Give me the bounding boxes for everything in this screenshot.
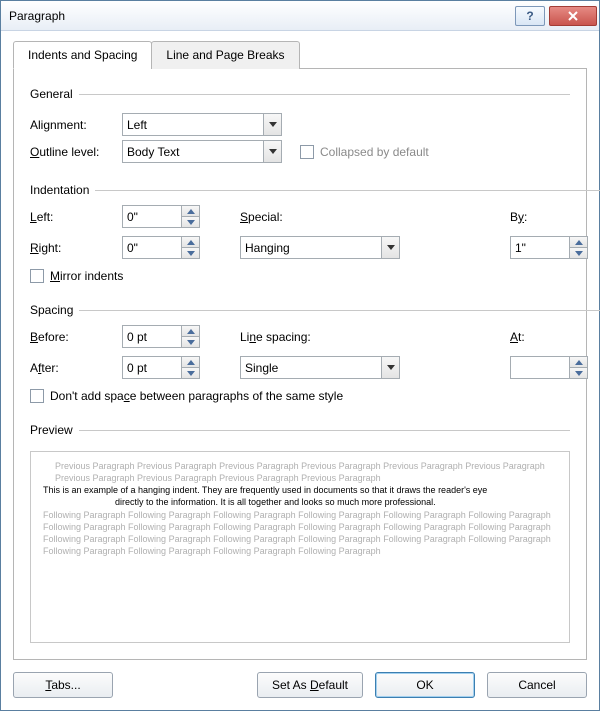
indent-right-value: 0" bbox=[127, 241, 181, 255]
no-space-label: Don't add space between paragraphs of th… bbox=[50, 389, 343, 403]
chevron-up-icon[interactable] bbox=[182, 326, 199, 336]
line-spacing-value: Single bbox=[245, 361, 381, 375]
chevron-up-icon[interactable] bbox=[182, 357, 199, 367]
line-spacing-label: Line spacing: bbox=[240, 330, 338, 344]
tab-line-page-breaks[interactable]: Line and Page Breaks bbox=[151, 41, 299, 69]
indent-special-label: Special: bbox=[240, 210, 338, 224]
group-indentation: Indentation Left: 0" Special: By: Right:… bbox=[30, 183, 600, 291]
indent-left-label: Left: bbox=[30, 210, 122, 224]
group-spacing: Spacing Before: 0 pt Line spacing: At: A… bbox=[30, 303, 600, 411]
checkbox-icon bbox=[300, 145, 314, 159]
chevron-up-icon[interactable] bbox=[570, 237, 587, 247]
chevron-down-icon bbox=[263, 114, 281, 135]
indent-right-spinner[interactable]: 0" bbox=[122, 236, 200, 259]
spacing-before-label: Before: bbox=[30, 330, 122, 344]
spacing-before-spinner[interactable]: 0 pt bbox=[122, 325, 200, 348]
spacing-after-value: 0 pt bbox=[127, 361, 181, 375]
spacing-at-label: At: bbox=[510, 330, 560, 344]
tab-label: Line and Page Breaks bbox=[166, 48, 284, 62]
cancel-button[interactable]: Cancel bbox=[487, 672, 587, 698]
alignment-combo[interactable]: Left bbox=[122, 113, 282, 136]
paragraph-dialog: Paragraph ? Indents and Spacing Line and… bbox=[0, 0, 600, 711]
line-spacing-combo[interactable]: Single bbox=[240, 356, 400, 379]
preview-prev-text: Previous Paragraph Previous Paragraph Pr… bbox=[43, 460, 557, 484]
spacing-after-label: After: bbox=[30, 361, 122, 375]
ok-button[interactable]: OK bbox=[375, 672, 475, 698]
indent-left-value: 0" bbox=[127, 210, 181, 224]
chevron-down-icon[interactable] bbox=[182, 336, 199, 347]
alignment-value: Left bbox=[127, 118, 263, 132]
collapsed-checkbox: Collapsed by default bbox=[300, 145, 429, 159]
preview-follow-text: Following Paragraph Following Paragraph … bbox=[43, 509, 557, 558]
spacing-before-value: 0 pt bbox=[127, 330, 181, 344]
group-legend: Spacing bbox=[30, 303, 79, 317]
spacing-at-spinner[interactable] bbox=[510, 356, 588, 379]
chevron-up-icon[interactable] bbox=[182, 206, 199, 216]
outline-level-value: Body Text bbox=[127, 145, 263, 159]
close-icon bbox=[567, 11, 579, 21]
indent-right-label: Right: bbox=[30, 241, 122, 255]
checkbox-icon bbox=[30, 389, 44, 403]
dialog-footer: Tabs... Set As Default OK Cancel bbox=[13, 660, 587, 698]
outline-level-label: Outline level: bbox=[30, 145, 122, 159]
preview-pane: Previous Paragraph Previous Paragraph Pr… bbox=[30, 451, 570, 643]
preview-body-line2: directly to the information. It is all t… bbox=[43, 496, 557, 508]
group-legend: Preview bbox=[30, 423, 79, 437]
collapsed-label: Collapsed by default bbox=[320, 145, 429, 159]
chevron-down-icon bbox=[381, 357, 399, 378]
checkbox-icon bbox=[30, 269, 44, 283]
tabs-button[interactable]: Tabs... bbox=[13, 672, 113, 698]
group-legend: General bbox=[30, 87, 79, 101]
chevron-down-icon[interactable] bbox=[570, 367, 587, 378]
chevron-down-icon[interactable] bbox=[182, 367, 199, 378]
no-space-same-style-checkbox[interactable]: Don't add space between paragraphs of th… bbox=[30, 389, 343, 403]
help-button[interactable]: ? bbox=[515, 6, 545, 26]
window-title: Paragraph bbox=[9, 9, 513, 23]
chevron-up-icon[interactable] bbox=[182, 237, 199, 247]
group-general: General Alignment: Left Outline level: B… bbox=[30, 87, 570, 171]
close-button[interactable] bbox=[549, 6, 597, 26]
set-default-button[interactable]: Set As Default bbox=[257, 672, 363, 698]
chevron-down-icon[interactable] bbox=[182, 216, 199, 227]
spacing-after-spinner[interactable]: 0 pt bbox=[122, 356, 200, 379]
tab-label: Indents and Spacing bbox=[28, 48, 137, 62]
mirror-indents-checkbox[interactable]: Mirror indents bbox=[30, 269, 123, 283]
indent-special-value: Hanging bbox=[245, 241, 381, 255]
chevron-down-icon[interactable] bbox=[570, 247, 587, 258]
tab-panel: General Alignment: Left Outline level: B… bbox=[13, 68, 587, 660]
chevron-up-icon[interactable] bbox=[570, 357, 587, 367]
preview-body-line1: This is an example of a hanging indent. … bbox=[43, 484, 557, 496]
indent-by-value: 1" bbox=[515, 241, 569, 255]
group-legend: Indentation bbox=[30, 183, 95, 197]
alignment-label: Alignment: bbox=[30, 118, 122, 132]
indent-special-combo[interactable]: Hanging bbox=[240, 236, 400, 259]
chevron-down-icon bbox=[263, 141, 281, 162]
indent-by-spinner[interactable]: 1" bbox=[510, 236, 588, 259]
tab-indents-spacing[interactable]: Indents and Spacing bbox=[13, 41, 152, 69]
tab-bar: Indents and Spacing Line and Page Breaks bbox=[13, 41, 587, 69]
group-preview: Preview Previous Paragraph Previous Para… bbox=[30, 423, 570, 647]
titlebar: Paragraph ? bbox=[1, 1, 599, 31]
client-area: Indents and Spacing Line and Page Breaks… bbox=[1, 31, 599, 710]
mirror-label: Mirror indents bbox=[50, 269, 123, 283]
indent-left-spinner[interactable]: 0" bbox=[122, 205, 200, 228]
indent-by-label: By: bbox=[510, 210, 560, 224]
chevron-down-icon bbox=[381, 237, 399, 258]
chevron-down-icon[interactable] bbox=[182, 247, 199, 258]
outline-level-combo[interactable]: Body Text bbox=[122, 140, 282, 163]
